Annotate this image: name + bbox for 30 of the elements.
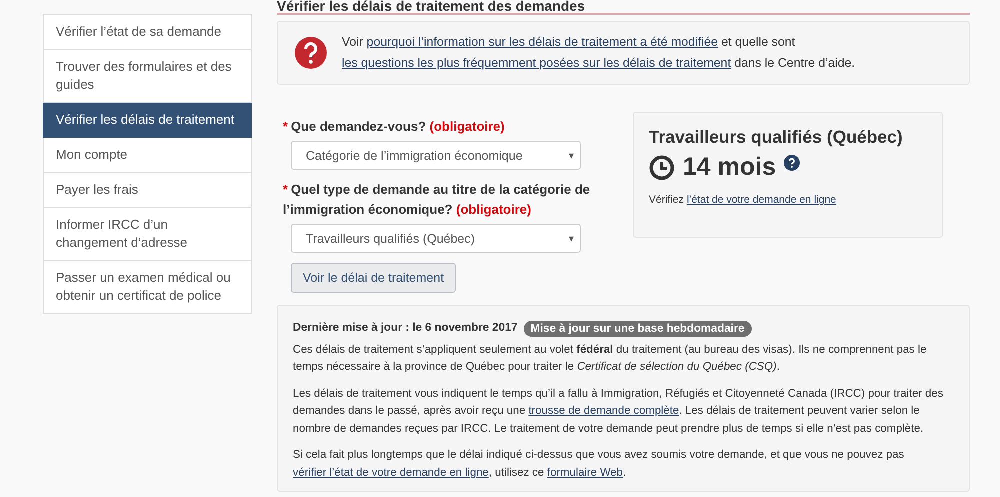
info-paragraph: Les délais de traitement vous indiquent le temps qu’il a fallu à Immigration, Réfugiés et Citoyenneté Canada (IRCC) pour traiter des demandes dans le passé, après avoir reçu une trousse de demande complète. Les délais de traitement peuvent varier selon le nombre de demandes reçues par IRCC. Le traitement de votre demande peut prendre plus de temps si elle n’est pas complète. <box>293 386 944 436</box>
last-updated: Dernière mise à jour : le 6 novembre 2017 <box>293 321 518 336</box>
sidebar-item[interactable]: Trouver des formulaires et des guides <box>43 50 252 103</box>
status-link[interactable]: l’état de votre demande en ligne <box>686 194 836 206</box>
inline-link[interactable]: vérifier l’état de votre demande en ligne <box>293 466 489 478</box>
field-label: * Que demandez-vous? (obligatoire) <box>283 118 506 136</box>
help-link[interactable]: les questions les plus fréquemment posées sur les délais de traitement <box>342 56 732 70</box>
question-icon <box>294 36 328 70</box>
help-link[interactable]: pourquoi l’information sur les délais de traitement a été modifiée <box>366 35 718 49</box>
page-title: Vérifier les délais de traitement des demandes <box>277 0 970 15</box>
inline-link[interactable]: trousse de demande complète <box>528 405 680 417</box>
notice-text: Voir pourquoi l’information sur les délais de traitement a été modifiée et quelle sont les questions les plus fréquemment posées sur les délais de traitement dans le Centre d’aide. <box>342 34 856 72</box>
processing-time: 14 mois <box>683 153 776 182</box>
sidebar-item[interactable]: Mon compte <box>43 138 252 173</box>
result-title: Travailleurs qualifiés (Québec) <box>649 126 904 149</box>
sidebar-item[interactable]: Passer un examen médical ou obtenir un certificat de police <box>43 261 252 314</box>
select-dropdown[interactable]: Travailleurs qualifiés (Québec) ▾ <box>291 224 581 253</box>
info-paragraph: Si cela fait plus longtemps que le délai indiqué ci-dessus que vous avez soumis votre demande, et que vous ne pouvez pas vérifier l’état de votre demande en ligne, utilisez ce formulaire Web. <box>293 448 906 480</box>
sidebar-item[interactable]: Payer les frais <box>43 173 252 208</box>
help-icon[interactable] <box>784 155 800 171</box>
clock-icon <box>649 154 675 180</box>
update-frequency-badge: Mise à jour sur une base hebdomadaire <box>524 320 752 337</box>
sidebar-item[interactable]: Vérifier l’état de sa demande <box>43 15 252 50</box>
sidebar-item[interactable]: Informer IRCC d’un changement d’adresse <box>43 208 252 261</box>
inline-link[interactable]: formulaire Web <box>547 466 624 478</box>
view-time-button[interactable]: Voir le délai de traitement <box>291 263 456 293</box>
info-paragraph: Ces délais de traitement s’appliquent seulement au volet fédéral du traitement (au bureau des visas). Ils ne comprennent pas le temps nécessaire à la province de Québec pour traiter le Certificat de sélection du Québec (CSQ). <box>293 342 928 375</box>
status-check-text: Vérifiez l’état de votre demande en ligne <box>649 194 838 206</box>
select-dropdown[interactable]: Catégorie de l’immigration économique ▾ <box>291 141 581 170</box>
field-label: * Quel type de demande au titre de la catégorie de l’immigration économique? (obligatoire) <box>283 181 592 219</box>
